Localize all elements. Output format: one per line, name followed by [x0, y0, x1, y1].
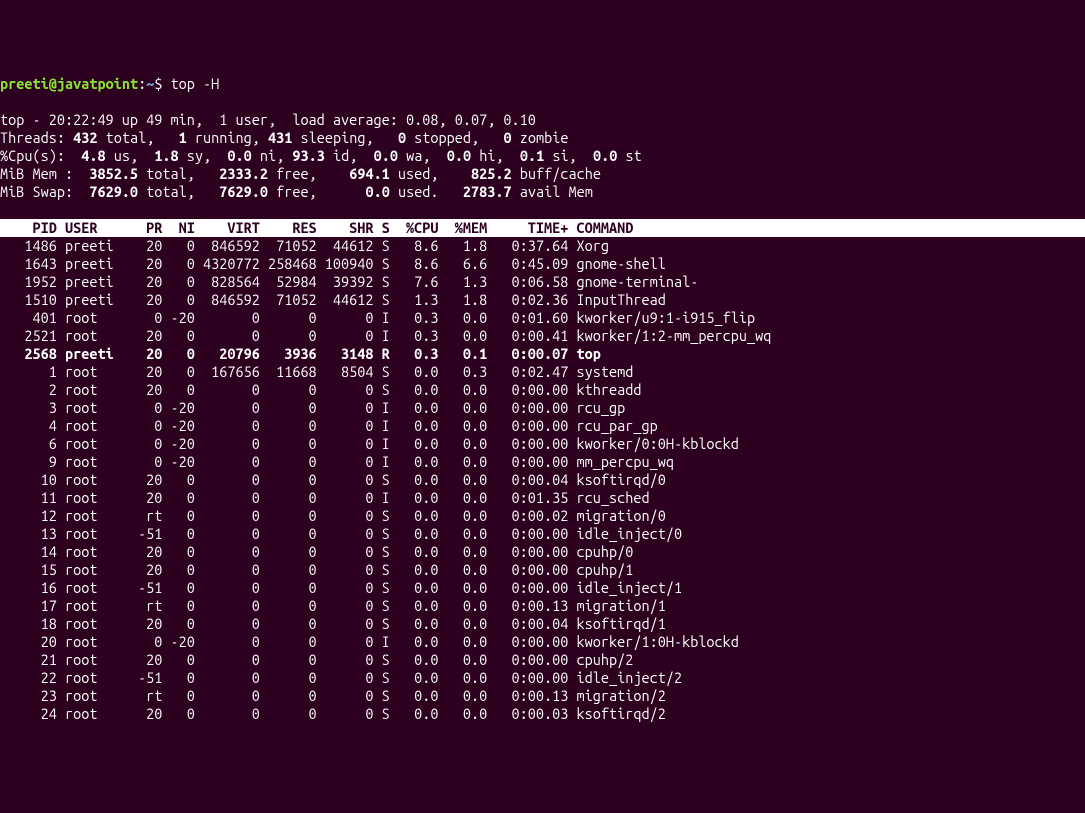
process-row: 18 root 20 0 0 0 0 S 0.0 0.0 0:00.04 kso… [0, 615, 666, 632]
process-row: 6 root 0 -20 0 0 0 I 0.0 0.0 0:00.00 kwo… [0, 435, 739, 452]
summary-swap: MiB Swap: 7629.0 total, 7629.0 free, 0.0… [0, 183, 593, 200]
process-row: 10 root 20 0 0 0 0 S 0.0 0.0 0:00.04 kso… [0, 471, 666, 488]
process-row: 1643 preeti 20 0 4320772 258468 100940 S… [0, 255, 666, 272]
summary-threads: Threads: 432 total, 1 running, 431 sleep… [0, 129, 568, 146]
process-row: 1510 preeti 20 0 846592 71052 44612 S 1.… [0, 291, 666, 308]
blank-line [0, 201, 1085, 219]
process-row: 2 root 20 0 0 0 0 S 0.0 0.0 0:00.00 kthr… [0, 381, 641, 398]
process-row: 22 root -51 0 0 0 0 S 0.0 0.0 0:00.00 id… [0, 669, 682, 686]
process-row: 1952 preeti 20 0 828564 52984 39392 S 7.… [0, 273, 698, 290]
process-row: 1486 preeti 20 0 846592 71052 44612 S 8.… [0, 237, 609, 254]
summary-line1: top - 20:22:49 up 49 min, 1 user, load a… [0, 111, 536, 128]
process-row: 12 root rt 0 0 0 0 S 0.0 0.0 0:00.02 mig… [0, 507, 666, 524]
process-row: 13 root -51 0 0 0 0 S 0.0 0.0 0:00.00 id… [0, 525, 682, 542]
process-list: 1486 preeti 20 0 846592 71052 44612 S 8.… [0, 237, 1085, 723]
process-row: 4 root 0 -20 0 0 0 I 0.0 0.0 0:00.00 rcu… [0, 417, 658, 434]
process-row: 9 root 0 -20 0 0 0 I 0.0 0.0 0:00.00 mm_… [0, 453, 674, 470]
process-header: PID USER PR NI VIRT RES SHR S %CPU %MEM … [0, 219, 1085, 237]
process-row: 401 root 0 -20 0 0 0 I 0.3 0.0 0:01.60 k… [0, 309, 755, 326]
prompt-user: preeti [0, 75, 49, 92]
process-row: 15 root 20 0 0 0 0 S 0.0 0.0 0:00.00 cpu… [0, 561, 633, 578]
prompt-line: preeti@javatpoint:~$ top -H [0, 75, 219, 92]
process-row: 3 root 0 -20 0 0 0 I 0.0 0.0 0:00.00 rcu… [0, 399, 625, 416]
blank-line [0, 93, 1085, 111]
summary-cpu: %Cpu(s): 4.8 us, 1.8 sy, 0.0 ni, 93.3 id… [0, 147, 642, 164]
process-row: 17 root rt 0 0 0 0 S 0.0 0.0 0:00.13 mig… [0, 597, 666, 614]
process-row: 2521 root 20 0 0 0 0 I 0.3 0.0 0:00.41 k… [0, 327, 771, 344]
process-row: 16 root -51 0 0 0 0 S 0.0 0.0 0:00.00 id… [0, 579, 682, 596]
process-row: 21 root 20 0 0 0 0 S 0.0 0.0 0:00.00 cpu… [0, 651, 633, 668]
process-row: 24 root 20 0 0 0 0 S 0.0 0.0 0:00.03 kso… [0, 705, 666, 722]
process-row: 14 root 20 0 0 0 0 S 0.0 0.0 0:00.00 cpu… [0, 543, 633, 560]
process-row: 1 root 20 0 167656 11668 8504 S 0.0 0.3 … [0, 363, 633, 380]
process-row: 23 root rt 0 0 0 0 S 0.0 0.0 0:00.13 mig… [0, 687, 666, 704]
terminal-output[interactable]: preeti@javatpoint:~$ top -H top - 20:22:… [0, 75, 1085, 723]
prompt-dollar: $ [154, 75, 170, 92]
process-row: 20 root 0 -20 0 0 0 I 0.0 0.0 0:00.00 kw… [0, 633, 739, 650]
summary-mem: MiB Mem : 3852.5 total, 2333.2 free, 694… [0, 165, 601, 182]
prompt-host: javatpoint [57, 75, 138, 92]
prompt-at: @ [49, 75, 57, 92]
process-row: 11 root 20 0 0 0 0 I 0.0 0.0 0:01.35 rcu… [0, 489, 650, 506]
prompt-colon: : [138, 75, 146, 92]
command-text: top -H [171, 75, 220, 92]
process-row: 2568 preeti 20 0 20796 3936 3148 R 0.3 0… [0, 345, 601, 362]
